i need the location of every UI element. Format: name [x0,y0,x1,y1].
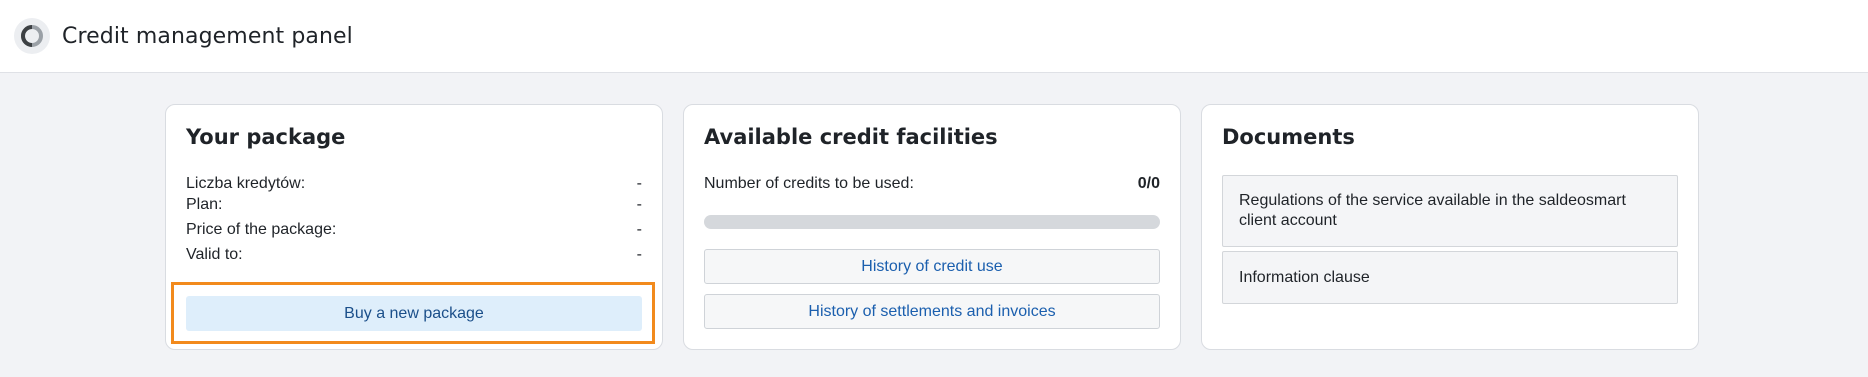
credits-progress-bar [704,215,1160,229]
documents-card: Documents Regulations of the service ava… [1201,104,1699,350]
top-bar: Credit management panel [0,0,1868,73]
package-row-credits: Liczba kredytów: - [186,175,642,193]
credits-usage-label: Number of credits to be used: [704,175,914,192]
document-item-regulations[interactable]: Regulations of the service available in … [1222,175,1678,247]
document-item-information-clause[interactable]: Information clause [1222,251,1678,304]
page-title: Credit management panel [62,23,353,49]
ring-logo-icon [14,18,50,54]
facilities-card-title: Available credit facilities [704,125,998,149]
price-label: Price of the package: [186,221,337,238]
settlements-history-button[interactable]: History of settlements and invoices [704,294,1160,329]
valid-to-value: - [636,246,642,263]
package-card: Your package Liczba kredytów: - Plan: - … [165,104,663,350]
credit-history-button[interactable]: History of credit use [704,249,1160,284]
package-row-valid: Valid to: - [186,246,642,264]
valid-to-label: Valid to: [186,246,243,263]
package-card-title: Your package [186,125,346,149]
package-row-plan: Plan: - [186,196,642,214]
plan-value: - [636,196,642,213]
credits-count-value: - [636,175,642,192]
credits-usage-row: Number of credits to be used: 0/0 [704,175,1160,193]
plan-label: Plan: [186,196,223,213]
facilities-card: Available credit facilities Number of cr… [683,104,1181,350]
buy-package-button[interactable]: Buy a new package [186,296,642,331]
document-item-label: Information clause [1239,268,1370,286]
package-row-price: Price of the package: - [186,221,642,239]
price-value: - [636,221,642,238]
credits-usage-value: 0/0 [1137,175,1160,192]
document-item-label: Regulations of the service available in … [1239,192,1626,229]
credits-count-label: Liczba kredytów: [186,175,306,192]
documents-card-title: Documents [1222,125,1355,149]
cards-container: Your package Liczba kredytów: - Plan: - … [165,104,1699,350]
